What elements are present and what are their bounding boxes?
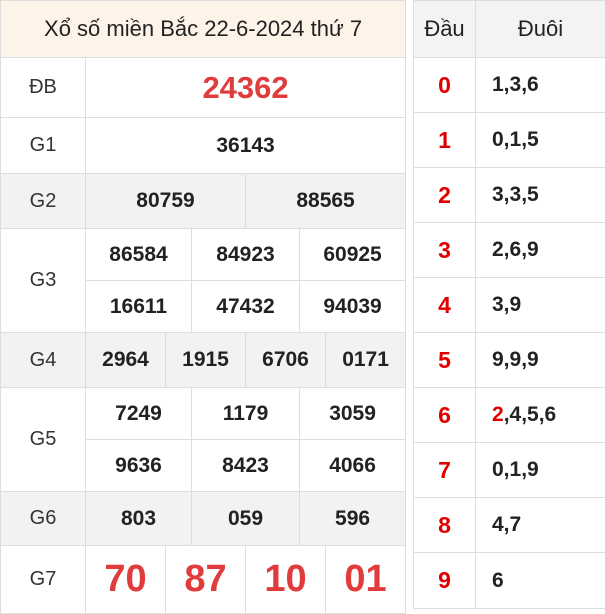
prize-g4-value: 2964 xyxy=(85,332,166,388)
prize-g4-value: 1915 xyxy=(165,332,246,388)
special-tail-digit: 2 xyxy=(492,403,504,426)
loto-tail: 0,1,9 xyxy=(475,442,605,498)
prize-g3-value: 60925 xyxy=(298,228,407,281)
loto-head: 1 xyxy=(413,112,476,168)
prize-label-g6: G6 xyxy=(0,491,86,546)
prize-g7-value: 10 xyxy=(245,545,326,614)
prize-g3-value: 94039 xyxy=(298,280,407,333)
prize-g6-value: 596 xyxy=(298,491,407,546)
prize-g5-value: 8423 xyxy=(191,439,300,492)
loto-tail: 2,4,5,6 xyxy=(475,387,605,443)
prize-g5-value: 1179 xyxy=(191,387,300,440)
loto-tail: 9,9,9 xyxy=(475,332,605,388)
loto-head: 6 xyxy=(413,387,476,443)
prize-label-db: ĐB xyxy=(0,57,86,118)
loto-tail: 3,3,5 xyxy=(475,167,605,223)
loto-tail: 4,7 xyxy=(475,497,605,553)
loto-table: Đầu Đuôi 0 1,3,6 1 0,1,5 2 3,3,5 3 2,6,9 4 3,… xyxy=(413,0,605,609)
prize-label-g3: G3 xyxy=(0,228,86,333)
loto-tail: 2,6,9 xyxy=(475,222,605,278)
prize-g7-value: 87 xyxy=(165,545,246,614)
loto-head: 9 xyxy=(413,552,476,609)
prize-g3-value: 84923 xyxy=(191,228,300,281)
page-title: Xổ số miền Bắc 22-6-2024 thứ 7 xyxy=(0,0,407,58)
prize-g2-value: 88565 xyxy=(244,173,407,229)
prize-g5-value: 9636 xyxy=(85,439,192,492)
loto-head: 7 xyxy=(413,442,476,498)
prize-label-g1: G1 xyxy=(0,117,86,174)
loto-head: 5 xyxy=(413,332,476,388)
loto-tail-rest: ,4,5,6 xyxy=(503,403,557,426)
prize-g4-value: 6706 xyxy=(245,332,326,388)
prize-label-g7: G7 xyxy=(0,545,86,614)
loto-tail: 0,1,5 xyxy=(475,112,605,168)
prize-g3-value: 47432 xyxy=(191,280,300,333)
prize-g5-value: 7249 xyxy=(85,387,192,440)
loto-tail: 6 xyxy=(475,552,605,609)
loto-head: 2 xyxy=(413,167,476,223)
special-prize-value: 24362 xyxy=(84,57,407,118)
loto-tail: 1,3,6 xyxy=(475,57,605,113)
results-table: Xổ số miền Bắc 22-6-2024 thứ 7 ĐB 24362 … xyxy=(0,0,407,614)
prize-g3-value: 86584 xyxy=(85,228,192,281)
prize-g2-value: 80759 xyxy=(85,173,246,229)
prize-g5-value: 3059 xyxy=(298,387,407,440)
tail-column-header: Đuôi xyxy=(475,0,605,58)
prize-label-g2: G2 xyxy=(0,173,86,229)
prize-g6-value: 059 xyxy=(191,491,300,546)
loto-head: 4 xyxy=(413,277,476,333)
head-column-header: Đầu xyxy=(413,0,476,58)
prize-g1-value: 36143 xyxy=(84,117,407,174)
prize-g4-value: 0171 xyxy=(324,332,407,388)
prize-g5-value: 4066 xyxy=(298,439,407,492)
prize-g6-value: 803 xyxy=(85,491,192,546)
prize-g7-value: 01 xyxy=(324,545,407,614)
loto-head: 0 xyxy=(413,57,476,113)
loto-tail: 3,9 xyxy=(475,277,605,333)
loto-head: 3 xyxy=(413,222,476,278)
prize-label-g4: G4 xyxy=(0,332,86,388)
prize-g7-value: 70 xyxy=(85,545,166,614)
prize-label-g5: G5 xyxy=(0,387,86,492)
prize-g3-value: 16611 xyxy=(85,280,192,333)
loto-head: 8 xyxy=(413,497,476,553)
